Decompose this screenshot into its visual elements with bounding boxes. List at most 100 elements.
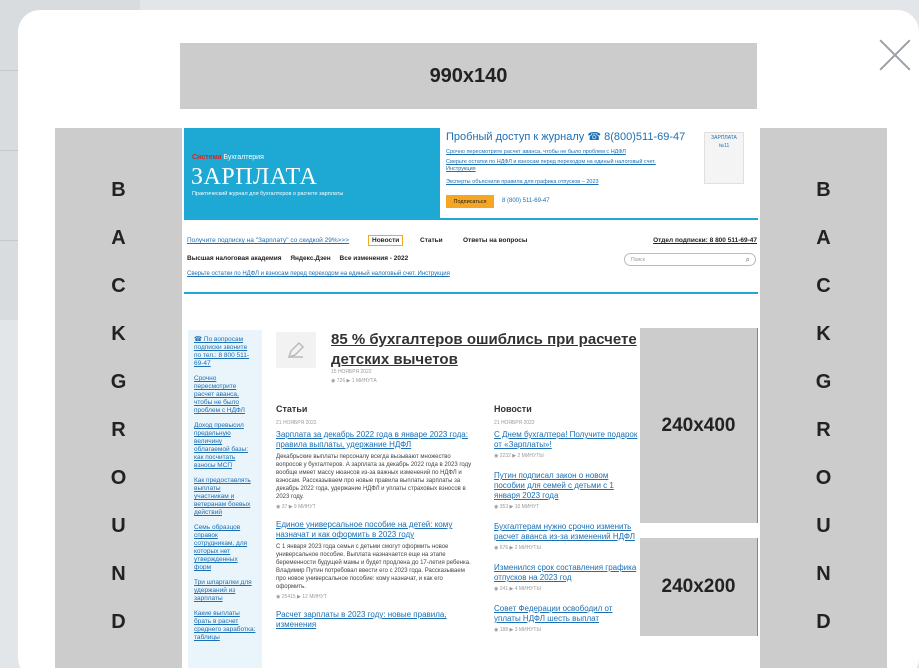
nav-news[interactable]: Новости <box>368 235 404 246</box>
left-sidebar: ☎ По вопросам подписки звоните по тел.: … <box>188 330 262 668</box>
nav2-link[interactable]: Высшая налоговая академия <box>187 255 282 262</box>
bg-letter: C <box>816 275 831 297</box>
search-placeholder: Поиск <box>631 257 645 263</box>
news-title[interactable]: Путин подписал закон о новом пособии для… <box>494 471 639 501</box>
nav-articles[interactable]: Статьи <box>420 237 443 244</box>
sidebar-link[interactable]: Три шпаргалки для удержаний из зарплаты <box>194 579 256 603</box>
close-icon[interactable] <box>878 38 912 72</box>
news-column: Новости 21 НОЯБРЯ 2022 С Днем бухгалтера… <box>494 404 639 645</box>
news-meta: ◉ 353 ▶ 10 МИНУТ <box>494 504 540 510</box>
bg-letter: C <box>111 275 126 297</box>
bg-letter: R <box>111 419 126 441</box>
article-title[interactable]: Зарплата за декабрь 2022 года в январе 2… <box>276 430 474 450</box>
brand-small: Бухгалтерия <box>223 154 264 161</box>
news-title[interactable]: Изменился срок составления графика отпус… <box>494 563 639 583</box>
search-input[interactable]: Поиск ⌕ <box>624 253 756 266</box>
sidebar-link[interactable]: Какие выплаты брать в расчет среднего за… <box>194 610 256 642</box>
article-meta: ◉ 37 ▶ 9 МИНУТ <box>276 504 316 510</box>
ad-background-right[interactable]: B A C K G R O U N D <box>760 128 887 668</box>
cover-title: ЗАРПЛАТА <box>711 135 737 141</box>
site-logo[interactable]: ЗАРПЛАТА <box>191 164 317 191</box>
ad-banner-right-short[interactable]: 240x200 <box>640 538 758 636</box>
ad-banner-right-tall[interactable]: 240x400 <box>640 328 758 523</box>
featured-date: 15 НОЯБРЯ 2022 <box>331 369 372 375</box>
site-tagline: Практический журнал для бухгалтеров о ра… <box>192 191 344 197</box>
brand-accent: Система <box>192 154 222 161</box>
article-title[interactable]: Расчет зарплаты в 2023 году: новые прави… <box>276 610 474 630</box>
cover-issue: №11 <box>718 143 730 149</box>
news-meta: ◉ 2232 ▶ 2 МИНУТЫ <box>494 453 544 459</box>
article-excerpt: С 1 января 2023 года семьи с детьми смог… <box>276 544 471 590</box>
news-title[interactable]: С Днем бухгалтера! Получите подарок от «… <box>494 430 639 450</box>
article-meta: ◉ 25415 ▶ 12 МИНУТ <box>276 594 327 600</box>
news-meta: ◉ 188 ▶ 3 МИНУТЫ <box>494 627 541 633</box>
bg-letter: N <box>111 563 126 585</box>
sidebar-link[interactable]: Срочно пересмотрите расчет аванса, чтобы… <box>194 375 256 415</box>
brand-line: Система Бухгалтерия <box>192 154 264 161</box>
ad-background-left[interactable]: B A C K G R O U N D <box>55 128 182 668</box>
sidebar-link[interactable]: ☎ По вопросам подписки звоните по тел.: … <box>194 336 256 368</box>
subscribe-button[interactable]: Подписаться <box>446 195 494 208</box>
bg-letter: D <box>816 611 831 633</box>
news-title[interactable]: Бухгалтерам нужно срочно изменить расчет… <box>494 522 639 542</box>
featured-meta: ◉ 726 ▶ 1 МИНУТА <box>331 378 377 384</box>
article-item: Расчет зарплаты в 2023 году: новые прави… <box>276 610 474 630</box>
nav-subscribe-link[interactable]: Получите подписку на "Зарплату" со скидк… <box>187 237 349 244</box>
news-title[interactable]: Совет Федерации освободил от уплаты НДФЛ… <box>494 604 639 624</box>
news-meta: ◉ 241 ▶ 4 МИНУТЫ <box>494 586 541 592</box>
nav-questions[interactable]: Ответы на вопросы <box>463 237 527 244</box>
nav2-link[interactable]: Яндекс.Дзен <box>290 255 330 262</box>
articles-date: 21 НОЯБРЯ 2022 <box>276 420 317 426</box>
news-meta: ◉ 676 ▶ 2 МИНУТЫ <box>494 545 541 551</box>
header-rule <box>184 292 758 294</box>
sidebar-link[interactable]: Семь образцов справок сотрудникам, для к… <box>194 524 256 572</box>
news-heading[interactable]: Новости <box>494 404 639 414</box>
magazine-cover[interactable]: ЗАРПЛАТА №11 <box>704 132 744 184</box>
bg-letter: B <box>816 179 831 201</box>
bg-letter: R <box>816 419 831 441</box>
news-item: Совет Федерации освободил от уплаты НДФЛ… <box>494 604 639 633</box>
header-link[interactable]: Сверьте остатки по НДФЛ и взносам перед … <box>446 159 686 173</box>
header-link[interactable]: Срочно пересмотрите расчет аванса, чтобы… <box>446 149 686 156</box>
ad-banner-top[interactable]: 990x140 <box>180 43 757 109</box>
bg-letter: K <box>111 323 126 345</box>
bg-letter: K <box>816 323 831 345</box>
nav2-link[interactable]: Все изменения - 2022 <box>340 255 409 262</box>
bg-letter: U <box>111 515 126 537</box>
header-link[interactable]: Эксперты объяснили правила для графика о… <box>446 179 686 186</box>
site-header: Система Бухгалтерия ЗАРПЛАТА Практически… <box>184 128 758 220</box>
bg-letter: A <box>816 227 831 249</box>
bg-letter: A <box>111 227 126 249</box>
news-item: Бухгалтерам нужно срочно изменить расчет… <box>494 522 639 551</box>
bg-letter: D <box>111 611 126 633</box>
article-item: Единое универсальное пособие на детей: к… <box>276 520 474 600</box>
bg-letter: B <box>111 179 126 201</box>
news-item: Путин подписал закон о новом пособии для… <box>494 471 639 510</box>
sidebar-link[interactable]: Доход превысил предельную величину облаг… <box>194 422 256 470</box>
secondary-nav: Высшая налоговая академия Яндекс.Дзен Вс… <box>187 255 415 262</box>
featured-title[interactable]: 85 % бухгалтеров ошиблись при расчете де… <box>331 330 641 370</box>
bg-letter: G <box>110 371 127 393</box>
nav-subscription-dept[interactable]: Отдел подписки: 8 800 511-69-47 <box>653 237 757 244</box>
bg-letter: G <box>815 371 832 393</box>
header-promo-box: Пробный доступ к журналу ☎ 8(800)511-69-… <box>440 128 758 218</box>
search-icon[interactable]: ⌕ <box>746 255 750 265</box>
bg-letter: O <box>815 467 832 489</box>
article-thumbnail[interactable] <box>276 332 316 368</box>
bg-letter: N <box>816 563 831 585</box>
bg-letter: U <box>816 515 831 537</box>
news-date: 21 НОЯБРЯ 2022 <box>494 420 535 426</box>
articles-heading[interactable]: Статьи <box>276 404 474 414</box>
article-title[interactable]: Единое универсальное пособие на детей: к… <box>276 520 474 540</box>
article-excerpt: Декабрьские выплаты персоналу всегда выз… <box>276 454 472 500</box>
announcement-link[interactable]: Сверьте остатки по НДФЛ и взносам перед … <box>187 271 450 277</box>
sidebar-link[interactable]: Как предоставлять выплаты участникам и в… <box>194 477 256 517</box>
header-phone: 8 (800) 511-69-47 <box>502 198 550 204</box>
trial-link[interactable]: Пробный доступ к журналу ☎ 8(800)511-69-… <box>446 130 685 143</box>
articles-column: Статьи 21 НОЯБРЯ 2022 Зарплата за декабр… <box>276 404 474 640</box>
article-item: Зарплата за декабрь 2022 года в январе 2… <box>276 430 474 510</box>
pen-icon <box>287 341 305 359</box>
news-item: Изменился срок составления графика отпус… <box>494 563 639 592</box>
bg-letter: O <box>110 467 127 489</box>
news-item: С Днем бухгалтера! Получите подарок от «… <box>494 430 639 459</box>
